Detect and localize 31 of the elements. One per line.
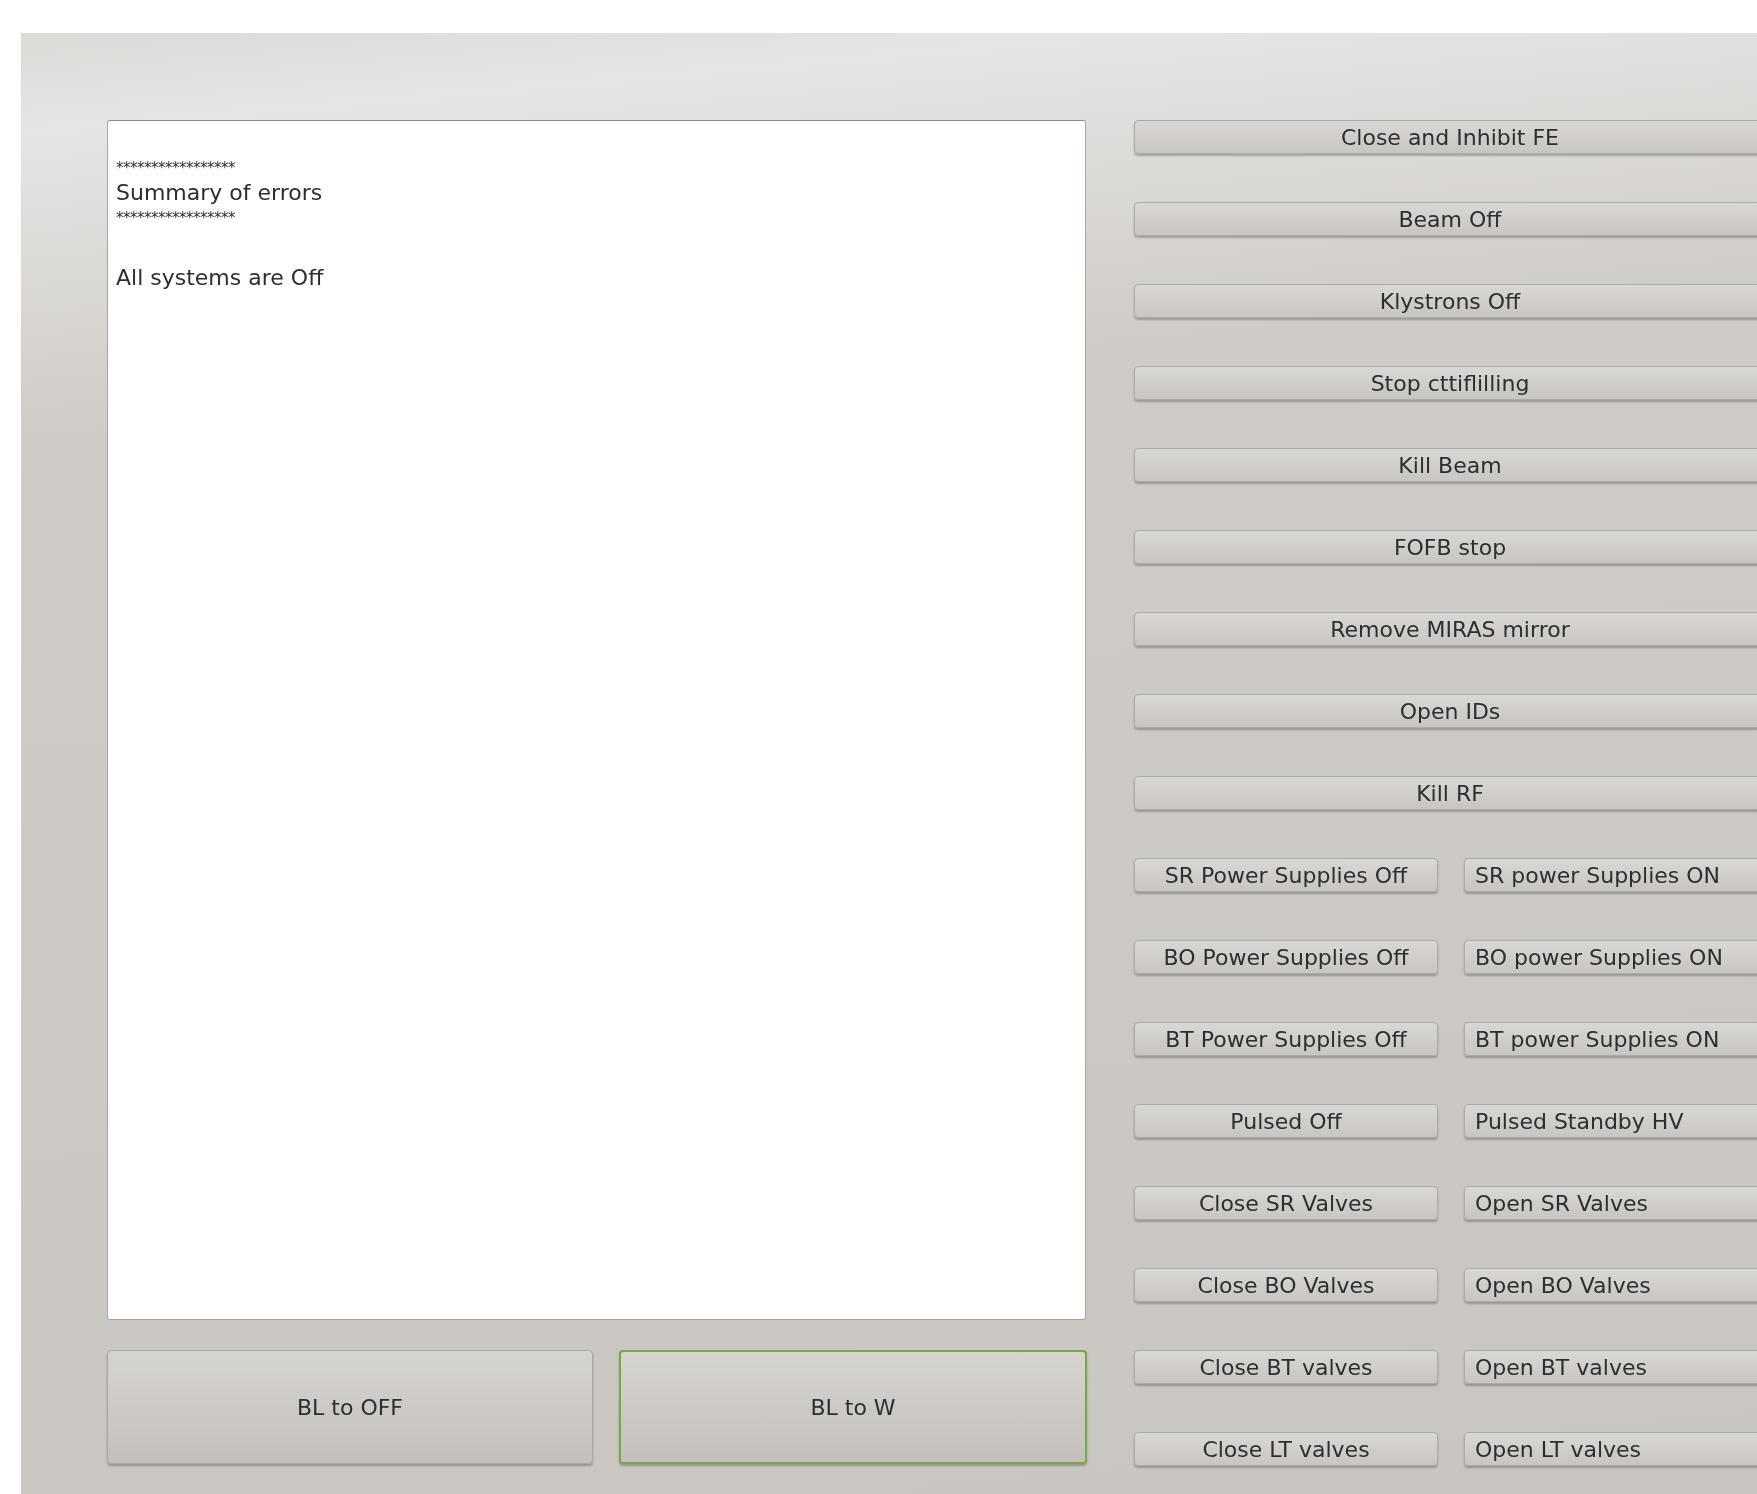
action-button[interactable]: Pulsed Off — [1134, 1104, 1438, 1138]
action-button[interactable]: Open BT valves — [1464, 1350, 1757, 1384]
action-button[interactable]: Close and Inhibit FE — [1134, 120, 1757, 154]
action-button[interactable]: SR power Supplies ON — [1464, 858, 1757, 892]
action-button[interactable]: Kill RF — [1134, 776, 1757, 810]
action-button[interactable]: Open SR Valves — [1464, 1186, 1757, 1220]
action-button[interactable]: Open BO Valves — [1464, 1268, 1757, 1302]
action-button[interactable]: Close LT valves — [1134, 1432, 1438, 1466]
action-button[interactable]: Open LT valves — [1464, 1432, 1757, 1466]
action-button[interactable]: BL to OFF — [107, 1350, 593, 1464]
action-button[interactable]: Pulsed Standby HV — [1464, 1104, 1757, 1138]
action-button[interactable]: SR Power Supplies Off — [1134, 858, 1438, 892]
log-line: ***************** — [116, 158, 235, 179]
action-button[interactable]: Kill Beam — [1134, 448, 1757, 482]
action-button[interactable]: Close SR Valves — [1134, 1186, 1438, 1220]
action-button[interactable]: Klystrons Off — [1134, 284, 1757, 318]
action-button[interactable]: Close BO Valves — [1134, 1268, 1438, 1302]
action-button[interactable]: Beam Off — [1134, 202, 1757, 236]
action-button[interactable]: BT power Supplies ON — [1464, 1022, 1757, 1056]
action-button[interactable]: BO Power Supplies Off — [1134, 940, 1438, 974]
action-button[interactable]: BO power Supplies ON — [1464, 940, 1757, 974]
action-button[interactable]: BT Power Supplies Off — [1134, 1022, 1438, 1056]
action-button[interactable]: Open IDs — [1134, 694, 1757, 728]
log-line: Summary of errors — [116, 179, 323, 207]
action-button[interactable]: Remove MIRAS mirror — [1134, 612, 1757, 646]
log-line: ***************** — [116, 208, 235, 229]
action-button[interactable]: Close BT valves — [1134, 1350, 1438, 1384]
action-button[interactable]: Stop cttiflilling — [1134, 366, 1757, 400]
log-line: All systems are Off — [116, 264, 324, 292]
action-button[interactable]: FOFB stop — [1134, 530, 1757, 564]
action-button[interactable]: BL to W — [619, 1350, 1087, 1464]
